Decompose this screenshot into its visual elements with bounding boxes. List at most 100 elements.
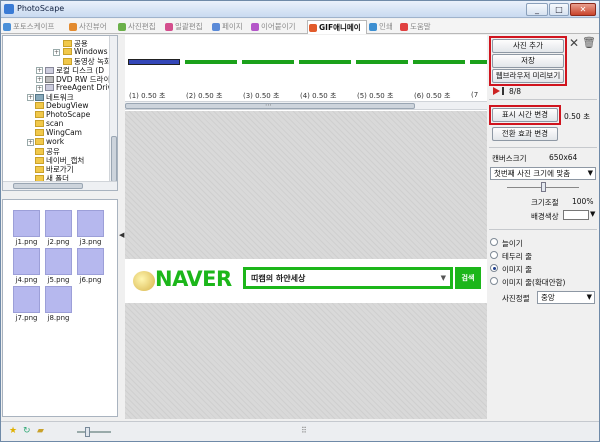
favorite-star-icon[interactable]: ★ [9,426,19,436]
tab-batch[interactable]: 일괄편집 [164,20,210,34]
radio-image-fit[interactable] [490,264,498,272]
thumbnail-label: j4.png [15,276,38,284]
refresh-icon[interactable]: ↻ [23,426,33,436]
thumbnail-panel: j1.png j2.png j3.png j4.png j5.png j6.pn… [2,199,118,417]
frame-item[interactable] [470,55,487,71]
tab-combine[interactable]: 이어붙이기 [250,20,306,34]
folder-tree[interactable]: 공용 + Windows 동영상 녹화 + 로컬 디스크 (D + DVD RW… [2,35,118,191]
thumbnail[interactable]: j5.png [45,248,72,284]
dropdown-arrow-icon: ▼ [586,293,592,301]
tree-item-label: DebugView [46,101,89,110]
maximize-button[interactable]: □ [549,3,569,16]
divider [489,229,597,230]
remove-icon[interactable]: ✕ [569,36,579,50]
align-select[interactable]: 중앙 ▼ [537,291,595,304]
collapse-panel-icon[interactable]: ◀ [119,231,124,239]
dropdown-arrow-icon[interactable]: ▼ [590,210,595,218]
tree-item[interactable]: Windows [63,47,107,56]
frame-item[interactable] [128,55,180,71]
photoscape-icon [3,23,11,31]
tree-item-label: work [46,137,65,146]
frame-time[interactable]: (1) 0.50 초 [129,91,165,101]
radio-stretch[interactable] [490,238,498,246]
folder-open-icon[interactable]: ▰ [37,426,47,436]
bg-color-swatch[interactable] [563,210,589,220]
frame-item[interactable] [242,55,294,71]
tree-item[interactable]: PhotoScape [35,110,90,119]
tab-label: 일괄편집 [175,22,203,31]
play-icon[interactable] [493,87,500,95]
tab-gif-animation[interactable]: GIF애니메이션 [307,20,367,45]
canvas-fit-select[interactable]: 첫번째 사진 크기에 맞춤 ▼ [490,167,596,180]
frame-time[interactable]: (3) 0.50 초 [243,91,279,101]
thumbnail-image [13,248,40,275]
folder-icon [35,148,44,155]
expand-icon[interactable]: + [27,94,34,101]
trash-icon[interactable]: 🗑 [582,36,596,49]
thumbnail-label: j1.png [15,238,38,246]
divider [489,99,597,100]
frame-item[interactable] [413,55,465,71]
frame-time[interactable]: (5) 0.50 초 [357,91,393,101]
expand-icon[interactable]: + [36,85,43,92]
tab-viewer[interactable]: 사진뷰어 [68,20,123,34]
close-button[interactable]: ✕ [570,3,596,16]
thumbnail-size-knob[interactable] [85,427,90,437]
frame-time[interactable]: (2) 0.50 초 [186,91,222,101]
thumbnail[interactable]: j7.png [13,286,40,322]
radio-image-fit-label: 이미지 줄 [502,265,532,274]
tree-horizontal-scrollbar[interactable] [3,181,117,190]
tree-vertical-scrollbar[interactable] [109,36,117,190]
tree-item[interactable]: scan [35,119,63,128]
tab-page[interactable]: 페이지 [211,20,249,34]
frame-item[interactable] [299,55,351,71]
dropdown-arrow-icon: ▼ [440,274,446,282]
tab-help[interactable]: 도움말 [399,20,437,34]
tab-editor[interactable]: 사진편집 [117,20,163,34]
minimize-button[interactable]: _ [526,3,548,16]
transition-effect-button[interactable]: 전환 효과 변경 [492,127,558,141]
thumbnail-image [45,248,72,275]
expand-icon[interactable]: + [27,139,34,146]
size-slider-knob[interactable] [541,182,546,192]
frame-item[interactable] [356,55,408,71]
window-title: PhotoScape [17,4,65,13]
scroll-thumb[interactable] [111,136,117,182]
frame-strip-scrollbar[interactable]: ⋯ [125,101,487,110]
frame-time[interactable]: (7 [471,91,478,99]
expand-icon[interactable]: + [36,76,43,83]
thumbnail[interactable]: j4.png [13,248,40,284]
frame-time[interactable]: (4) 0.50 초 [300,91,336,101]
tab-photoscape[interactable]: 포토스케이프 [2,20,66,34]
frame-time[interactable]: (6) 0.50 초 [414,91,450,101]
thumbnail-label: j3.png [79,238,102,246]
selected-option: 중앙 [541,293,555,302]
folder-icon [35,138,44,145]
thumbnail[interactable]: j1.png [13,210,40,246]
naver-brand: NAVER [155,267,232,291]
folder-icon [63,48,72,55]
tab-label: 사진뷰어 [79,22,107,31]
thumbnail[interactable]: j3.png [77,210,104,246]
radio-image-no-enlarge[interactable] [490,277,498,285]
tree-item[interactable]: WingCam [35,128,82,137]
tab-print[interactable]: 인쇄 [368,20,398,34]
tree-item[interactable]: DebugView [35,101,88,110]
thumbnail-label: j2.png [47,238,70,246]
folder-icon [35,102,44,109]
radio-border[interactable] [490,251,498,259]
expand-icon[interactable]: + [36,67,43,74]
tree-item-label: PhotoScape [46,110,91,119]
thumbnail[interactable]: j6.png [77,248,104,284]
thumbnail[interactable]: j8.png [45,286,72,322]
expand-icon[interactable]: + [53,49,60,56]
frame-strip[interactable]: (1) 0.50 초 (2) 0.50 초 (3) 0.50 초 (4) 0.5… [125,35,487,101]
tab-label: 인쇄 [379,22,393,31]
thumbnail-size-slider[interactable] [77,431,111,433]
tree-item[interactable]: FreeAgent Driv [45,83,112,92]
scroll-thumb[interactable] [13,183,83,189]
thumbnail[interactable]: j2.png [45,210,72,246]
frame-item[interactable] [185,55,237,71]
gif-workspace: (1) 0.50 초 (2) 0.50 초 (3) 0.50 초 (4) 0.5… [125,35,487,419]
tree-item[interactable]: work [35,137,64,146]
